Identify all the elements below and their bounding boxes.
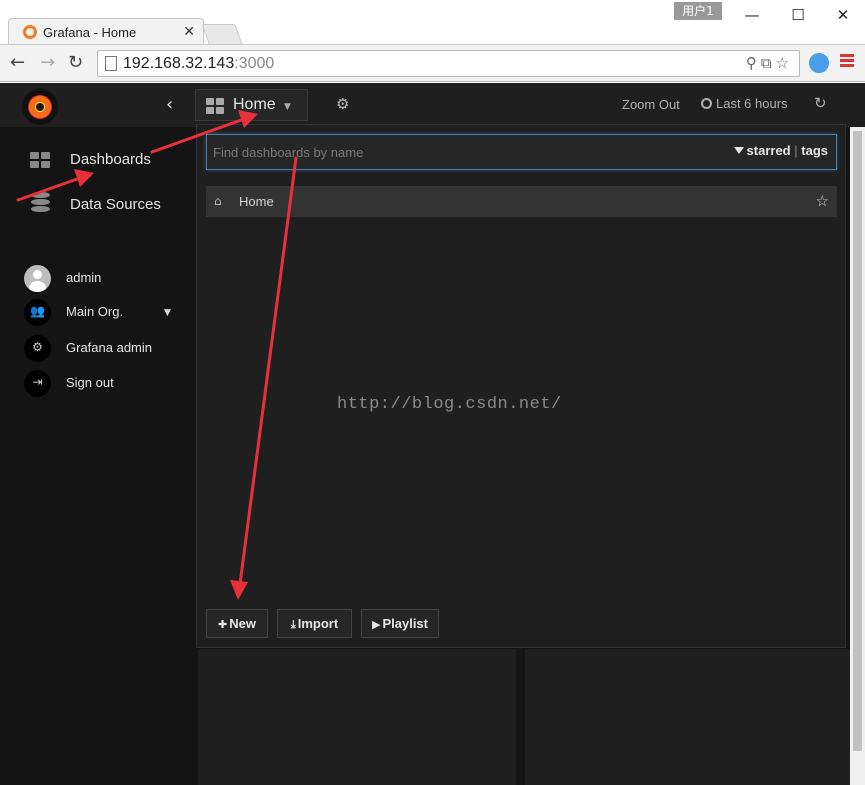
zoom-icon[interactable]: ⚲ — [746, 54, 761, 72]
caret-down-icon: ▼ — [284, 102, 291, 112]
dashboard-panel — [198, 649, 516, 785]
page-scrollbar[interactable] — [850, 127, 865, 785]
dashboard-search-dropdown: starred | tags ⌂ Home ☆ http://blog.csdn… — [196, 124, 846, 648]
scrollbar-thumb[interactable] — [853, 131, 862, 751]
sidemenu-user-profile[interactable]: admin — [0, 264, 196, 294]
user-avatar — [24, 265, 51, 292]
refresh-icon[interactable]: ↻ — [814, 94, 827, 112]
search-result-title: Home — [239, 194, 274, 209]
omnibox-actions: ⚲⧉☆ — [746, 54, 793, 72]
sidemenu-sign-out[interactable]: ⇥ Sign out — [0, 369, 196, 399]
home-icon: ⌂ — [214, 194, 222, 208]
new-button-label: New — [229, 616, 256, 631]
users-icon: 👥 — [24, 299, 51, 326]
user-name: admin — [66, 270, 102, 285]
filter-starred[interactable]: starred — [747, 143, 791, 158]
sidemenu-item-dashboards[interactable]: Dashboards — [0, 145, 196, 175]
plus-icon: ✚ — [218, 618, 228, 631]
filter-tags[interactable]: tags — [801, 143, 828, 158]
page-icon — [105, 56, 117, 71]
database-icon — [31, 192, 50, 216]
download-icon: ⤓ — [290, 618, 296, 631]
clock-icon — [701, 98, 712, 109]
sidemenu-item-label: Dashboards — [70, 151, 151, 168]
dashboard-title: Home — [233, 96, 276, 113]
time-range-label: Last 6 hours — [716, 96, 788, 111]
sidemenu: Dashboards Data Sources admin 👥 Main Org… — [0, 127, 196, 785]
import-button-label: Import — [297, 616, 339, 631]
tab-title: Grafana - Home — [43, 25, 137, 40]
sidemenu-item-label: Data Sources — [70, 196, 161, 213]
filter-separator: | — [794, 143, 798, 158]
grafana-logo-icon[interactable] — [22, 89, 58, 125]
dashboard-panel — [525, 649, 850, 785]
org-name: Main Org. — [66, 304, 124, 319]
dashboard-grid-icon — [206, 98, 224, 114]
url-port: :3000 — [234, 55, 275, 72]
dashboard-settings-gear-icon[interactable]: ⚙ — [336, 95, 349, 113]
browser-menu-icon[interactable] — [840, 54, 854, 68]
search-result-row[interactable]: ⌂ Home ☆ — [206, 186, 837, 217]
search-input[interactable] — [213, 143, 693, 161]
tab-close-icon[interactable]: ✕ — [183, 23, 195, 40]
play-icon: ▶ — [372, 618, 381, 631]
grafana-topnav: ‹ Home ▼ ⚙ Zoom Out Last 6 hours ↻ — [0, 83, 865, 127]
caret-down-icon: ▼ — [164, 308, 171, 318]
sign-out-label: Sign out — [66, 375, 114, 390]
time-range-picker[interactable]: Last 6 hours — [701, 96, 788, 111]
browser-tab[interactable]: Grafana - Home ✕ — [8, 18, 204, 45]
profile-badge[interactable]: 用户1 — [674, 2, 722, 20]
maximize-button[interactable]: ☐ — [776, 2, 820, 28]
sidemenu-item-data-sources[interactable]: Data Sources — [0, 190, 196, 220]
close-window-button[interactable]: ✕ — [821, 2, 865, 28]
address-bar[interactable]: 192.168.32.143:3000 ⚲⧉☆ — [97, 50, 800, 77]
import-dashboard-button[interactable]: ⤓ Import — [277, 609, 352, 638]
playlist-button-label: Playlist — [382, 616, 428, 631]
new-tab-button[interactable] — [201, 24, 243, 44]
url-text[interactable]: 192.168.32.143:3000 — [123, 55, 274, 73]
sign-out-icon: ⇥ — [24, 370, 51, 397]
search-filter: starred | tags — [733, 143, 828, 158]
forward-button[interactable]: → — [40, 52, 55, 73]
back-button[interactable]: ← — [10, 52, 25, 73]
star-icon[interactable]: ☆ — [816, 192, 829, 210]
browser-titlebar: Grafana - Home ✕ 用户1 — ☐ ✕ — [0, 0, 865, 45]
search-field: starred | tags — [206, 134, 837, 170]
dashboard-search-button[interactable]: Home ▼ — [195, 89, 308, 121]
dashboards-grid-icon — [30, 152, 51, 169]
minimize-button[interactable]: — — [730, 2, 774, 28]
browser-toolbar: ← → ↻ 192.168.32.143:3000 ⚲⧉☆ — [0, 44, 865, 82]
playlist-button[interactable]: ▶ Playlist — [361, 609, 439, 638]
grafana-admin-label: Grafana admin — [66, 340, 152, 355]
url-host: 192.168.32.143 — [123, 55, 235, 72]
bookmark-star-icon[interactable]: ☆ — [776, 54, 793, 72]
extension-icon[interactable] — [809, 53, 829, 73]
grafana-app: ‹ Home ▼ ⚙ Zoom Out Last 6 hours ↻ Dashb… — [0, 83, 865, 785]
sidemenu-grafana-admin[interactable]: ⚙ Grafana admin — [0, 334, 196, 364]
reload-button[interactable]: ↻ — [68, 52, 83, 73]
new-dashboard-button[interactable]: ✚ New — [206, 609, 268, 638]
translate-icon[interactable]: ⧉ — [761, 54, 776, 72]
sidemenu-collapse-button[interactable]: ‹ — [166, 94, 173, 115]
sidemenu-org-switcher[interactable]: 👥 Main Org. ▼ — [0, 298, 196, 328]
grafana-favicon-icon — [23, 25, 37, 39]
gear-icon: ⚙ — [24, 335, 51, 362]
watermark: http://blog.csdn.net/ — [337, 395, 562, 414]
filter-icon — [733, 147, 744, 154]
zoom-out-button[interactable]: Zoom Out — [622, 97, 680, 112]
